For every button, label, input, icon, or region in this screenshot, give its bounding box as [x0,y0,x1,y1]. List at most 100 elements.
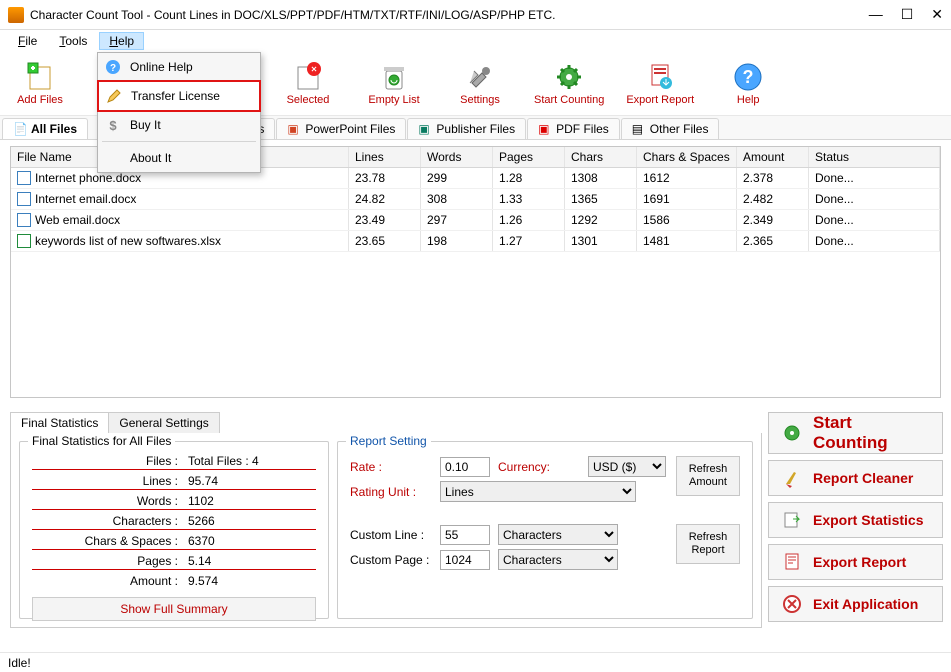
help-icon: ? [732,61,764,93]
exit-application-button[interactable]: Exit Application [768,586,943,622]
add-files-button[interactable]: Add Files [8,61,72,106]
header-words[interactable]: Words [421,147,493,167]
custom-page-unit[interactable]: Characters [498,549,618,570]
rating-unit-select[interactable]: Lines [440,481,636,502]
cell-words: 198 [421,231,493,251]
cell-status: Done... [809,168,940,188]
start-counting-button[interactable]: Start Counting [534,61,604,106]
tab-final-statistics[interactable]: Final Statistics [10,412,109,433]
help-dropdown: ? Online Help Transfer License $ Buy It … [97,52,261,173]
lower-tabs: Final Statistics General Settings [10,412,762,433]
export-report-button[interactable]: Export Report [626,61,694,106]
show-full-summary-button[interactable]: Show Full Summary [32,597,316,621]
online-help-label: Online Help [130,60,193,74]
refresh-report-button[interactable]: Refresh Report [676,524,740,564]
maximize-button[interactable]: ☐ [901,6,914,23]
pdf-icon: ▣ [538,122,552,136]
empty-list-icon [378,61,410,93]
add-files-icon [24,61,56,93]
custom-line-input[interactable] [440,525,490,545]
cell-file-name: Internet phone.docx [35,171,141,185]
close-button[interactable]: ✕ [931,6,943,23]
custom-page-label: Custom Page : [350,553,432,567]
settings-button[interactable]: Settings [448,61,512,106]
cell-chars-spaces: 1481 [637,231,737,251]
cell-amount: 2.349 [737,210,809,230]
selected-button[interactable]: Selected [276,61,340,106]
gear-icon [553,61,585,93]
app-icon [8,7,24,23]
buy-it-label: Buy It [130,118,161,132]
tab-all-files[interactable]: 📄All Files [2,118,88,139]
custom-line-unit[interactable]: Characters [498,524,618,545]
cell-pages: 1.26 [493,210,565,230]
start-counting-big-button[interactable]: Start Counting [768,412,943,454]
menu-transfer-license[interactable]: Transfer License [97,80,261,112]
header-pages[interactable]: Pages [493,147,565,167]
cell-file-name: keywords list of new softwares.xlsx [35,234,221,248]
table-row[interactable]: Web email.docx23.492971.26129215862.349D… [11,210,940,231]
menu-online-help[interactable]: ? Online Help [98,53,260,81]
currency-select[interactable]: USD ($) [588,456,666,477]
report-cleaner-button[interactable]: Report Cleaner [768,460,943,496]
export-report-icon [644,61,676,93]
cell-file-name: Internet email.docx [35,192,136,206]
tab-general-settings[interactable]: General Settings [109,412,219,433]
tab-other[interactable]: ▤Other Files [621,118,720,139]
table-row[interactable]: keywords list of new softwares.xlsx23.65… [11,231,940,252]
header-chars-spaces[interactable]: Chars & Spaces [637,147,737,167]
menu-bar: File Tools Help [0,30,951,52]
refresh-amount-button[interactable]: Refresh Amount [676,456,740,496]
help-button[interactable]: ? Help [716,61,780,106]
cell-amount: 2.482 [737,189,809,209]
help-label: Help [737,94,760,106]
grid-body: Internet phone.docx23.782991.28130816122… [11,168,940,252]
menu-buy-it[interactable]: $ Buy It [98,111,260,139]
cell-chars: 1308 [565,168,637,188]
cell-pages: 1.33 [493,189,565,209]
header-lines[interactable]: Lines [349,147,421,167]
menu-separator [102,141,256,142]
table-row[interactable]: Internet email.docx24.823081.33136516912… [11,189,940,210]
ppt-icon: ▣ [287,122,301,136]
empty-list-label: Empty List [368,94,419,106]
cell-lines: 24.82 [349,189,421,209]
lower-section: Final Statistics General Settings Final … [0,408,951,632]
header-status[interactable]: Status [809,147,940,167]
cell-status: Done... [809,189,940,209]
status-bar: Idle! [0,652,951,672]
tab-publisher[interactable]: ▣Publisher Files [407,118,526,139]
rating-unit-label: Rating Unit : [350,485,432,499]
menu-help[interactable]: Help [99,32,144,50]
header-chars[interactable]: Chars [565,147,637,167]
menu-tools[interactable]: Tools [49,32,97,50]
cell-chars: 1365 [565,189,637,209]
cell-words: 299 [421,168,493,188]
cell-pages: 1.28 [493,168,565,188]
word-icon [17,192,31,206]
empty-list-button[interactable]: Empty List [362,61,426,106]
export-statistics-button[interactable]: Export Statistics [768,502,943,538]
cell-words: 297 [421,210,493,230]
cell-words: 308 [421,189,493,209]
menu-about-it[interactable]: About It [98,144,260,172]
other-icon: ▤ [632,122,646,136]
export-report-big-button[interactable]: Export Report [768,544,943,580]
exit-icon [781,593,803,615]
selected-label: Selected [287,94,330,106]
stat-chars: 5266 [182,514,215,528]
custom-line-label: Custom Line : [350,528,432,542]
pencil-icon [105,87,123,105]
rate-label: Rate : [350,460,432,474]
tab-powerpoint[interactable]: ▣PowerPoint Files [276,118,406,139]
minimize-button[interactable]: — [869,6,883,23]
help-small-icon: ? [104,58,122,76]
export-report-icon [781,551,803,573]
svg-text:?: ? [110,63,116,74]
final-stats-legend: Final Statistics for All Files [28,434,175,448]
custom-page-input[interactable] [440,550,490,570]
tab-pdf[interactable]: ▣PDF Files [527,118,620,139]
rate-input[interactable] [440,457,490,477]
menu-file[interactable]: File [8,32,47,50]
header-amount[interactable]: Amount [737,147,809,167]
